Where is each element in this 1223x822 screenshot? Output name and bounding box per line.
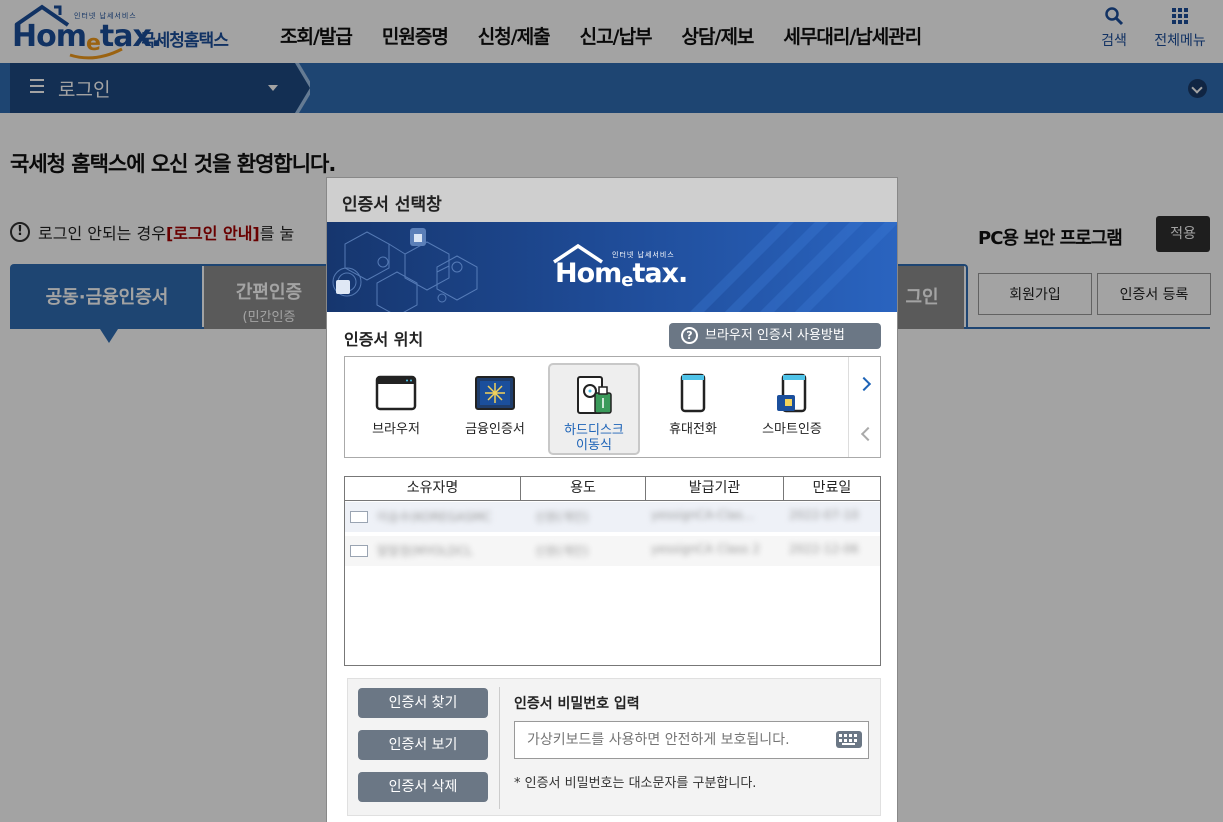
col-issuer: 발급기관 [646,477,784,500]
cert-owner: 말말정(MYOLDCL [377,544,473,558]
find-cert-button[interactable]: 인증서 찾기 [358,688,488,718]
location-browser-label: 브라우저 [372,422,420,437]
panel-divider [499,687,500,809]
certificate-icon [350,545,368,557]
chevron-right-icon[interactable] [856,376,872,392]
col-usage: 용도 [521,477,646,500]
view-cert-button[interactable]: 인증서 보기 [358,730,488,760]
cert-password-input[interactable] [514,721,869,759]
browser-icon [375,375,417,411]
smart-cert-icon [777,373,807,413]
browser-cert-help-button[interactable]: ? 브라우저 인증서 사용방법 [669,323,881,349]
cert-row[interactable]: 이승수(KOREGASMC 신원(개인) yessignCA-Clas… 202… [345,502,880,532]
finance-cert-icon [475,376,515,410]
location-mobile-phone[interactable]: 휴대전화 [647,363,739,455]
location-browser[interactable]: 브라우저 [350,363,442,455]
delete-cert-button[interactable]: 인증서 삭제 [358,772,488,802]
certificate-icon [350,511,368,523]
cert-issuer: yessignCA-Clas… [651,508,755,522]
location-scroll-arrows [848,357,881,457]
banner-wordmark: Hometax. [555,258,688,291]
location-harddisk-label: 하드디스크 이동식 [564,423,624,453]
location-smart-cert[interactable]: 스마트인증 [746,363,838,455]
question-circle-icon: ? [681,327,698,344]
cert-password-label: 인증서 비밀번호 입력 [514,696,640,712]
location-harddisk-removable[interactable]: 하드디스크 이동식 [548,363,640,455]
cert-row[interactable]: 말말정(MYOLDCL 신원(개인) yessignCA Class 2 202… [345,536,880,566]
help-button-label: 브라우저 인증서 사용방법 [705,328,845,343]
banner-hometax-logo: 인터넷 납세서비스 Hometax. [552,242,688,294]
location-smart-cert-label: 스마트인증 [762,422,822,437]
col-owner: 소유자명 [345,477,521,500]
harddisk-removable-icon [577,376,612,414]
cert-select-dialog: 인증서 선택창 인터넷 납세서비스 Hometax. 인증서 위치 ? 브라우저… [326,177,898,822]
password-case-note: * 인증서 비밀번호는 대소문자를 구분합니다. [514,776,757,791]
cert-location-selector: 브라우저 금융인증서 하드디스크 이동식 휴대전화 스마트인증 [344,356,881,458]
cert-list-table: 소유자명 용도 발급기관 만료일 이승수(KOREGASMC 신원(개인) ye… [344,476,881,666]
chevron-left-icon[interactable] [860,426,876,442]
cert-action-panel: 인증서 찾기 인증서 보기 인증서 삭제 인증서 비밀번호 입력 * 인증서 비… [347,678,881,816]
cert-usage: 신원(개인) [535,544,589,558]
location-mobile-label: 휴대전화 [669,422,717,437]
cert-owner: 이승수(KOREGASMC [377,510,492,524]
cert-table-header: 소유자명 용도 발급기관 만료일 [345,477,880,501]
cert-expiry: 2022-07-10 [789,508,859,522]
location-finance-cert[interactable]: 금융인증서 [449,363,541,455]
mobile-phone-icon [680,373,706,413]
location-finance-cert-label: 금융인증서 [465,422,525,437]
dialog-title: 인증서 선택창 [342,195,442,215]
dialog-banner: 인터넷 납세서비스 Hometax. [327,222,897,312]
cert-expiry: 2022-12-06 [789,542,859,556]
col-expiry: 만료일 [812,480,852,496]
cert-issuer: yessignCA Class 2 [651,542,760,556]
cert-location-label: 인증서 위치 [344,330,424,349]
dialog-header: 인증서 선택창 [327,178,897,222]
cert-usage: 신원(개인) [535,510,589,524]
virtual-keyboard-icon[interactable] [836,731,862,748]
